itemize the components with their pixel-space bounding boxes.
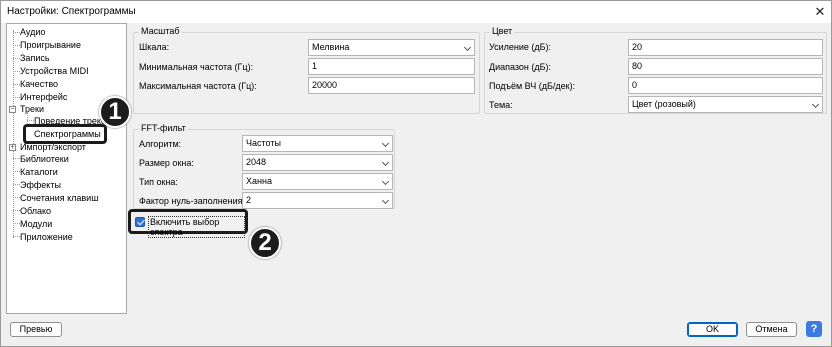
gain-input[interactable]: 20: [628, 39, 823, 56]
tree-connector: [13, 84, 20, 85]
cancel-button[interactable]: Отмена: [746, 322, 797, 337]
gain-label: Усиление (дБ):: [489, 42, 552, 52]
tree-item-spectrograms-label: Спектрограммы: [34, 129, 101, 139]
tree-item-recording[interactable]: Запись: [20, 52, 50, 64]
collapse-icon[interactable]: −: [9, 106, 16, 113]
tree-item-playback[interactable]: Проигрывание: [20, 39, 81, 51]
tree-item-effects[interactable]: Эффекты: [20, 179, 61, 191]
category-tree[interactable]: Аудио Проигрывание Запись Устройства MID…: [6, 23, 127, 314]
expand-icon[interactable]: +: [9, 144, 16, 151]
preferences-dialog: Настройки: Спектрограммы ✕ Аудио Проигры…: [0, 0, 832, 347]
scheme-label: Тема:: [489, 100, 513, 110]
tree-connector: [13, 171, 20, 172]
scale-group-title: Масштаб: [139, 26, 182, 36]
tree-item-tracks[interactable]: Треки: [20, 103, 44, 115]
tree-item-quality[interactable]: Качество: [20, 78, 58, 90]
tree-item-audio[interactable]: Аудио: [20, 26, 45, 38]
tree-connector: [13, 97, 20, 98]
chevron-down-icon: [463, 43, 472, 52]
tree-item-interface[interactable]: Интерфейс: [20, 91, 67, 103]
tree-connector: [13, 223, 20, 224]
range-input[interactable]: 80: [628, 58, 823, 75]
chevron-down-icon: [381, 139, 390, 148]
ok-button[interactable]: OK: [687, 322, 738, 337]
hf-boost-input[interactable]: 0: [628, 77, 823, 94]
hf-boost-label: Подъём ВЧ (дБ/дек):: [489, 81, 576, 91]
window-type-label: Тип окна:: [139, 177, 178, 187]
algorithm-select[interactable]: Частоты: [242, 135, 393, 152]
zero-padding-select[interactable]: 2: [242, 192, 393, 209]
chevron-down-icon: [381, 177, 390, 186]
algorithm-select-value: Частоты: [246, 138, 281, 148]
fft-group-title: FFT-фильт: [139, 123, 188, 133]
tree-item-midi-devices[interactable]: Устройства MIDI: [20, 65, 89, 77]
checkbox-checked-icon[interactable]: [135, 217, 145, 227]
window-size-select-value: 2048: [246, 157, 267, 167]
chevron-down-icon: [381, 158, 390, 167]
chevron-down-icon: [811, 100, 820, 109]
tree-connector: [13, 32, 20, 33]
tree-connector: [13, 197, 20, 198]
tree-connector: [13, 236, 20, 237]
color-group-title: Цвет: [490, 26, 515, 36]
window-type-select[interactable]: Ханна: [242, 173, 393, 190]
title-bar: Настройки: Спектрограммы ✕: [1, 1, 831, 23]
help-icon[interactable]: ?: [806, 321, 822, 337]
tree-connector: [13, 158, 20, 159]
zero-padding-label: Фактор нуль-заполнения:: [139, 196, 246, 206]
min-frequency-input[interactable]: 1: [308, 58, 475, 75]
step-badge-1: 1: [99, 96, 131, 128]
tree-connector: [13, 184, 20, 185]
scheme-select[interactable]: Цвет (розовый): [628, 96, 823, 113]
tree-connector: [13, 71, 20, 72]
scale-select[interactable]: Мелвина: [308, 39, 475, 56]
tree-item-cloud[interactable]: Облако: [20, 205, 51, 217]
close-icon[interactable]: ✕: [809, 1, 831, 23]
preview-button[interactable]: Превью: [10, 322, 62, 337]
spectral-selection-label: Включить выбор спектра: [148, 216, 245, 238]
spectral-selection-checkbox[interactable]: Включить выбор спектра: [128, 209, 248, 238]
window-size-select[interactable]: 2048: [242, 154, 393, 171]
tree-connector: [13, 58, 20, 59]
min-frequency-label: Минимальная частота (Гц):: [139, 62, 254, 72]
window-title: Настройки: Спектрограммы: [7, 6, 136, 17]
scale-select-value: Мелвина: [312, 42, 350, 52]
tree-item-directories[interactable]: Каталоги: [20, 166, 58, 178]
tree-item-application[interactable]: Приложение: [20, 231, 73, 243]
zero-padding-select-value: 2: [246, 195, 252, 205]
window-type-select-value: Ханна: [246, 176, 272, 186]
scheme-select-value: Цвет (розовый): [632, 99, 696, 109]
scale-label: Шкала:: [139, 42, 170, 52]
tree-connector: [27, 120, 34, 121]
chevron-down-icon: [381, 196, 390, 205]
tree-item-spectrograms[interactable]: Спектрограммы: [23, 124, 107, 144]
max-frequency-label: Максимальная частота (Гц):: [139, 81, 257, 91]
tree-connector: [13, 45, 20, 46]
max-frequency-input[interactable]: 20000: [308, 77, 475, 94]
tree-connector: [13, 30, 14, 238]
step-badge-2: 2: [249, 227, 281, 259]
algorithm-label: Алгоритм:: [139, 139, 182, 149]
tree-connector: [13, 210, 20, 211]
tree-item-libraries[interactable]: Библиотеки: [20, 153, 69, 165]
range-label: Диапазон (дБ):: [489, 62, 552, 72]
tree-item-shortcuts[interactable]: Сочетания клавиш: [20, 192, 98, 204]
tree-item-modules[interactable]: Модули: [20, 218, 52, 230]
window-size-label: Размер окна:: [139, 158, 194, 168]
